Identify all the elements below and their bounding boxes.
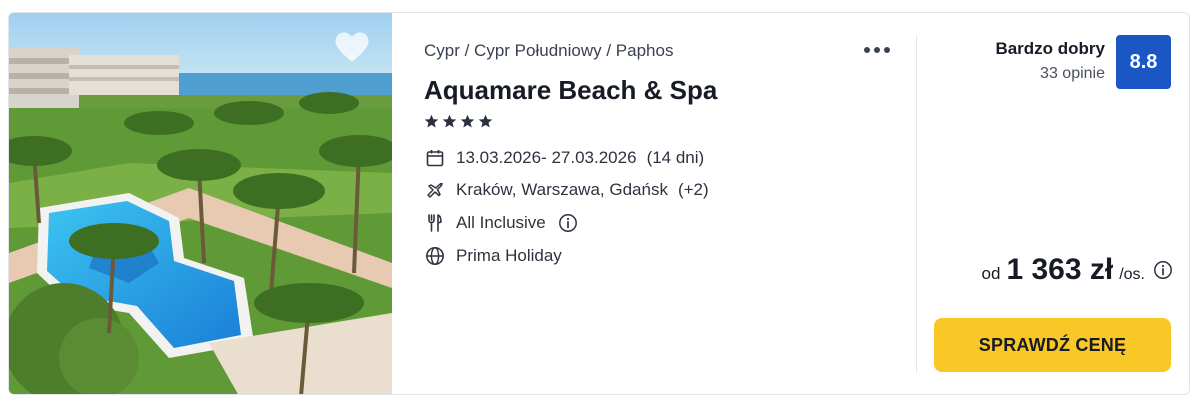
heart-icon <box>335 32 369 62</box>
rating-score-badge: 8.8 <box>1116 35 1171 89</box>
divider <box>916 35 917 373</box>
airports-more[interactable]: (+2) <box>678 180 709 200</box>
board-type: All Inclusive <box>424 212 578 234</box>
travel-dates: 13.03.2026- 27.03.2026 (14 dni) <box>424 147 704 169</box>
rating-label: Bardzo dobry <box>995 39 1105 58</box>
calendar-icon <box>424 147 446 169</box>
cutlery-icon <box>424 212 446 234</box>
hotel-photo-image <box>9 13 392 394</box>
airports-text: Kraków, Warszawa, Gdańsk <box>456 180 668 199</box>
more-options-dot <box>874 47 880 53</box>
hotel-photo[interactable] <box>9 13 392 394</box>
info-icon[interactable] <box>1153 260 1173 280</box>
star-icon <box>424 114 439 128</box>
operator-text: Prima Holiday <box>456 246 562 265</box>
globe-icon <box>424 245 446 267</box>
more-options-button[interactable] <box>864 39 894 61</box>
departure-airports: Kraków, Warszawa, Gdańsk (+2) <box>424 179 709 201</box>
more-options-dot <box>884 47 890 53</box>
reviews-count[interactable]: 33 opinie <box>1040 65 1105 83</box>
more-options-icon <box>864 47 870 53</box>
offer-details: Cypr / Cypr Południowy / Paphos Aquamare… <box>424 13 919 394</box>
plane-icon <box>424 179 446 201</box>
dates-text: 13.03.2026- 27.03.2026 <box>456 148 637 167</box>
check-price-button[interactable]: SPRAWDŹ CENĘ <box>934 318 1171 372</box>
star-icon <box>478 114 493 128</box>
price-prefix: od <box>981 264 1001 283</box>
price-suffix: /os. <box>1119 266 1145 283</box>
price: od 1 363 zł /os. <box>982 253 1173 287</box>
star-icon <box>442 114 457 128</box>
info-icon[interactable] <box>558 213 578 233</box>
favorite-button[interactable] <box>334 31 370 63</box>
price-amount: 1 363 zł <box>1006 253 1114 286</box>
breadcrumb[interactable]: Cypr / Cypr Południowy / Paphos <box>424 41 673 61</box>
hotel-name[interactable]: Aquamare Beach & Spa <box>424 75 717 106</box>
hotel-stars <box>424 114 493 129</box>
offer-card[interactable]: Cypr / Cypr Południowy / Paphos Aquamare… <box>8 12 1190 395</box>
star-icon <box>460 114 475 128</box>
duration-text: (14 dni) <box>646 148 705 167</box>
tour-operator: Prima Holiday <box>424 245 562 267</box>
board-text: All Inclusive <box>456 213 546 232</box>
